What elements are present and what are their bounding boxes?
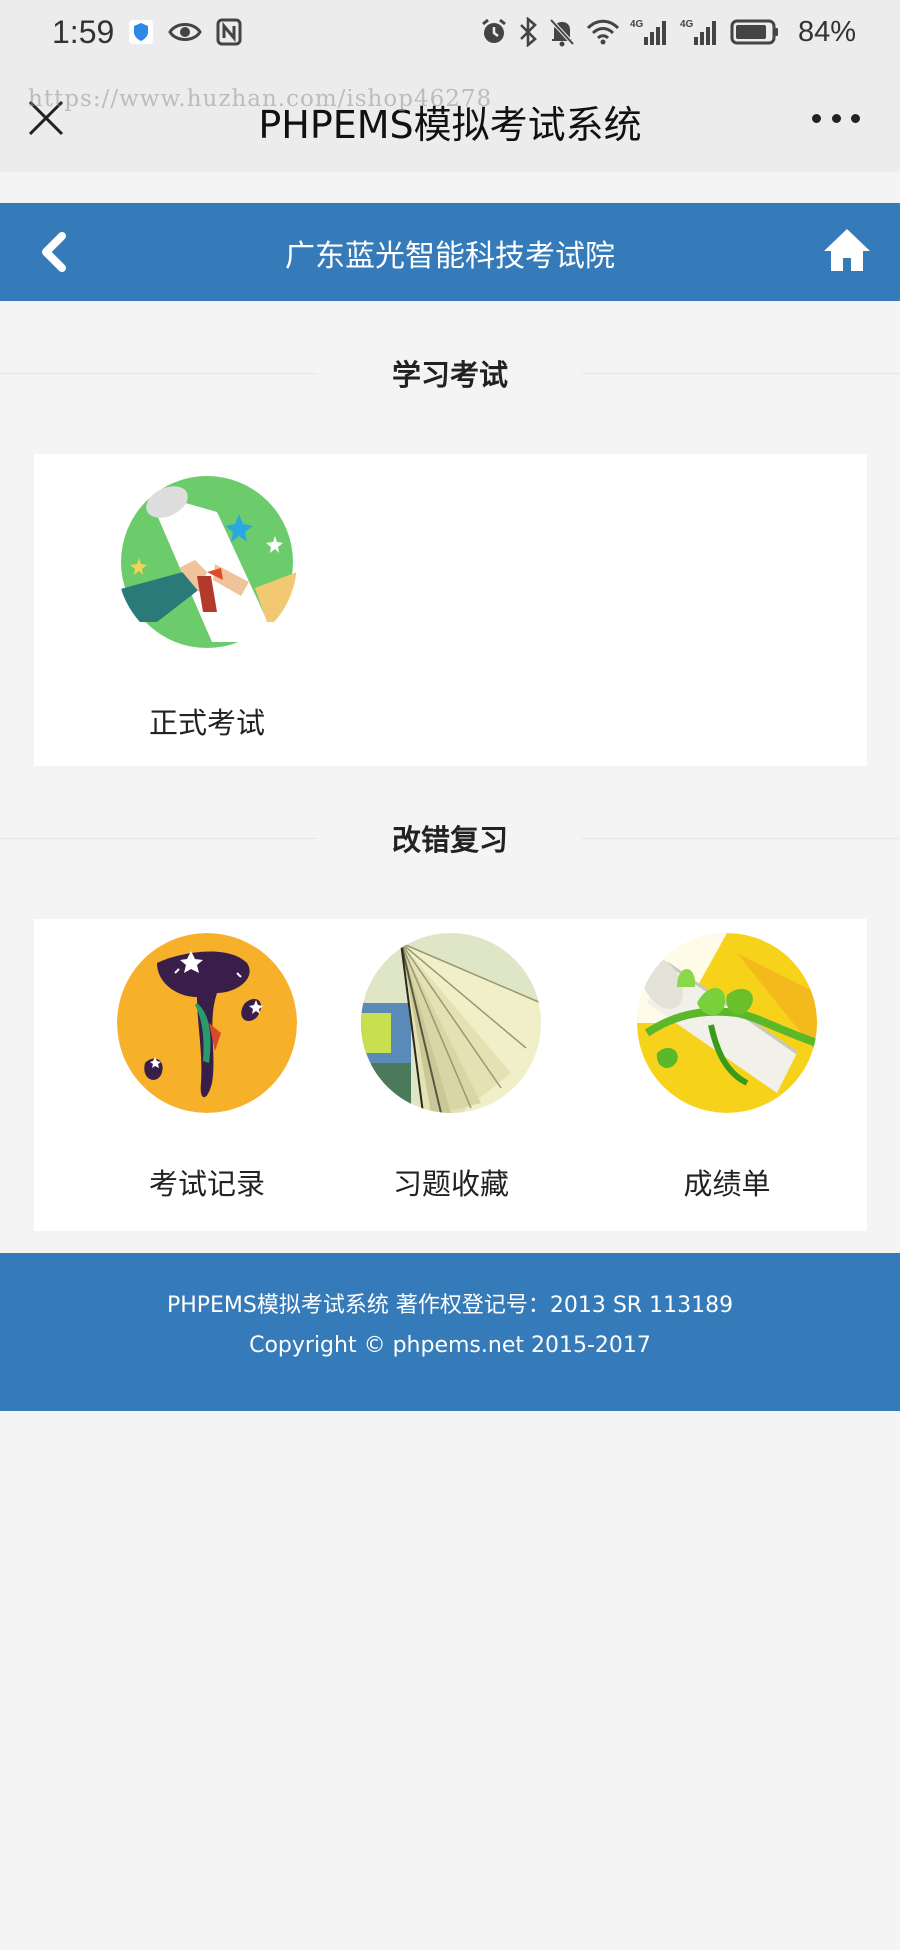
status-time: 1:59 [52,13,115,50]
divider [582,373,900,374]
section-title-text: 改错复习 [391,823,508,857]
app-title: 广东蓝光智能科技考试院 [285,239,615,274]
section-title-review: 改错复习 [0,813,900,863]
section-title-study: 学习考试 [0,348,900,398]
battery-percentage: 84% [797,15,856,48]
book-pages-icon[interactable] [361,933,541,1113]
eye-icon [168,20,203,44]
diploma-handshake-icon[interactable] [117,472,297,652]
footer-copyright: Copyright © phpems.net 2015-2017 [249,1333,651,1358]
shield-icon [128,19,154,45]
tile-label: 正式考试 [148,706,265,740]
svg-text:4G: 4G [680,19,694,30]
section-title-text: 学习考试 [391,358,508,392]
exam-record-icon[interactable] [117,933,297,1113]
tile-question-favorites[interactable]: 习题收藏 [346,933,556,1203]
review-card: 考试记录 习题收藏 成绩单 [34,919,867,1231]
close-icon[interactable] [26,98,66,138]
divider [0,373,318,374]
back-icon[interactable] [36,230,72,274]
tile-formal-exam[interactable]: 正式考试 [102,472,312,742]
tile-transcript[interactable]: 成绩单 [622,933,832,1203]
tile-label: 习题收藏 [392,1167,509,1201]
divider [582,838,900,839]
diploma-ribbon-icon[interactable] [637,933,817,1113]
study-card: 正式考试 [34,454,867,766]
browser-title: PHPEMS模拟考试系统 [258,103,642,147]
signal-4g-icon: 4G [630,17,670,47]
tile-exam-record[interactable]: 考试记录 [102,933,312,1203]
bluetooth-icon [518,17,538,47]
battery-icon [730,19,780,45]
status-bar: 1:59 4G 4G 84% [0,0,900,64]
more-menu-icon[interactable] [812,108,860,128]
home-icon[interactable] [822,225,872,275]
divider [0,838,318,839]
tile-label: 成绩单 [683,1167,771,1201]
wifi-icon [586,18,620,46]
app-header: 广东蓝光智能科技考试院 [0,203,900,301]
tile-label: 考试记录 [148,1167,265,1201]
alarm-icon [480,18,508,46]
footer-copyright-registration: PHPEMS模拟考试系统 著作权登记号：2013 SR 113189 [166,1293,734,1318]
status-left: 1:59 [52,14,242,51]
svg-text:4G: 4G [630,19,644,30]
footer: PHPEMS模拟考试系统 著作权登记号：2013 SR 113189 Copyr… [0,1253,900,1411]
status-right: 4G 4G 84% [480,16,856,49]
signal-4g-icon-2: 4G [680,17,720,47]
bell-off-icon [548,17,576,47]
nfc-icon [216,18,242,46]
browser-bar: PHPEMS模拟考试系统 [0,64,900,172]
